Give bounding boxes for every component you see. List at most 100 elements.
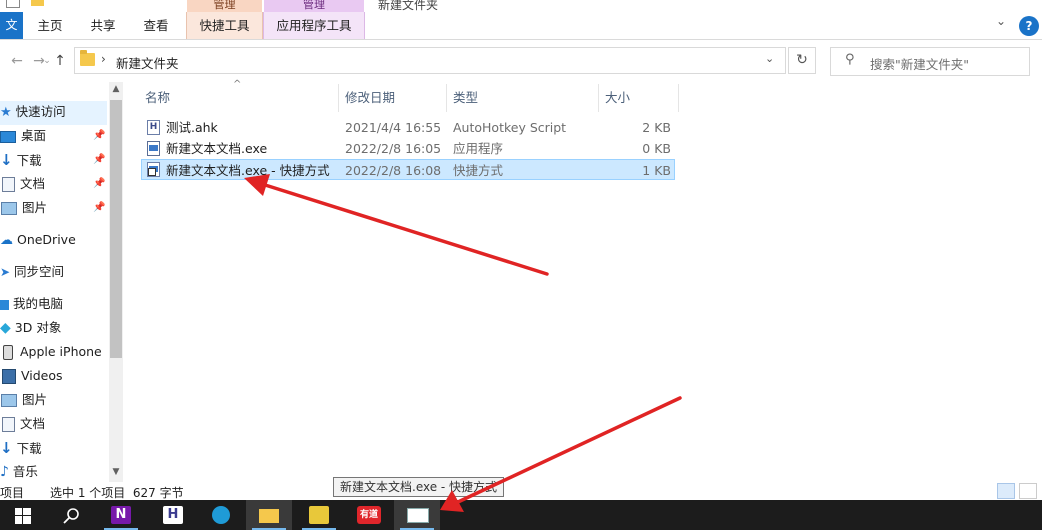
taskbar-tooltip: 新建文本文档.exe - 快捷方式 [333,477,505,497]
column-divider[interactable] [598,84,599,112]
file-type: 应用程序 [453,141,504,156]
scroll-up-icon[interactable]: ▲ [109,84,123,94]
address-dropdown-icon[interactable]: ⌄ [765,52,774,65]
pin-icon[interactable]: 📌 [93,172,105,196]
taskbar-autohotkey[interactable]: H [150,500,196,530]
edge-icon [212,506,230,524]
desktop-icon [0,130,16,143]
documents-icon [2,417,15,432]
autohotkey-icon: H [163,506,183,524]
help-button[interactable]: ? [1019,16,1039,36]
nav-item-onedrive[interactable]: ☁ OneDrive [0,228,76,252]
ahk-file-icon: H [147,120,160,135]
search-icon [63,508,79,524]
onenote-icon: N [111,506,131,524]
file-date: 2022/2/8 16:08 [345,163,442,178]
nav-item-label: 图片 [22,392,48,407]
tab-share[interactable]: 共享 [80,12,126,39]
annotation-arrow-file [244,174,549,276]
file-row[interactable]: 新建文本文档.exe 2022/2/8 16:05 应用程序 0 KB [141,138,675,159]
context-group-manage-shortcut: 管理 [187,0,262,12]
nav-item-documents-pc[interactable]: 文档 [0,412,45,436]
star-icon: ★ [0,105,12,120]
file-type: 快捷方式 [453,163,504,178]
pin-icon[interactable]: 📌 [93,148,105,172]
start-button[interactable] [0,500,46,530]
nav-item-label: 快速访问 [15,104,66,119]
nav-item-documents[interactable]: 文档 📌 [0,172,105,196]
taskbar-shortcut-app[interactable] [394,500,440,530]
column-header-type[interactable]: 类型 [453,86,593,110]
taskbar-youdao[interactable]: 有道 [346,500,392,530]
folder-icon [80,50,95,66]
details-view-button[interactable] [997,483,1015,499]
file-row[interactable]: H 测试.ahk 2021/4/4 16:55 AutoHotkey Scrip… [141,117,675,138]
taskbar-onenote[interactable]: N [98,500,144,530]
nav-item-label: Videos [21,368,63,383]
column-divider[interactable] [678,84,679,112]
cube-icon: ◆ [0,320,11,336]
tab-home[interactable]: 主页 [27,12,73,39]
tab-shortcut-tools[interactable]: 快捷工具 [186,12,263,39]
tab-view[interactable]: 查看 [133,12,179,39]
nav-item-pictures[interactable]: 图片 📌 [0,196,105,220]
file-row-selected[interactable]: 新建文本文档.exe - 快捷方式 2022/2/8 16:08 快捷方式 1 … [141,159,675,180]
documents-icon [2,177,15,192]
taskbar-edge[interactable] [198,500,244,530]
computer-icon [0,299,9,310]
breadcrumb-current[interactable]: 新建文件夹 [116,53,179,72]
refresh-button[interactable]: ↻ [788,47,816,74]
nav-item-3d-objects[interactable]: ◆ 3D 对象 [0,316,61,340]
column-divider[interactable] [446,84,447,112]
column-header-size[interactable]: 大小 [605,86,675,110]
pin-icon[interactable]: 📌 [93,196,105,220]
pictures-icon [1,202,17,215]
file-size: 1 KB [642,163,671,178]
nav-scrollbar-thumb[interactable] [110,100,122,358]
nav-item-label: 文档 [20,176,46,191]
nav-item-music[interactable]: ♪ 音乐 [0,460,38,484]
column-header-date[interactable]: 修改日期 [345,86,440,110]
ribbon-expand-icon[interactable]: ⌄ [996,14,1006,28]
nav-item-sync-space[interactable]: ➤ 同步空间 [0,260,64,284]
column-header-name[interactable]: 名称 [145,86,335,110]
address-bar[interactable] [74,47,786,74]
breadcrumb-chevron-icon[interactable]: › [101,52,106,66]
nav-item-desktop[interactable]: 桌面 📌 [0,124,105,148]
search-icon: ⚲ [845,52,855,67]
nav-item-quick-access[interactable]: ★ 快速访问 [0,100,66,124]
scroll-down-icon[interactable]: ▼ [109,467,123,477]
file-date: 2022/2/8 16:05 [345,141,442,156]
tab-app-tools[interactable]: 应用程序工具 [263,12,365,39]
file-name: 新建文本文档.exe - 快捷方式 [166,163,330,178]
sync-icon: ➤ [0,265,11,279]
nav-item-label: Apple iPhone [20,344,102,359]
nav-item-pictures-pc[interactable]: 图片 [0,388,47,412]
cloud-icon: ☁ [0,233,13,248]
context-group-manage-app: 管理 [264,0,364,12]
large-icons-view-button[interactable] [1019,483,1037,499]
file-size: 2 KB [642,120,671,135]
back-arrow-icon[interactable]: ← [8,50,26,72]
quick-access-folder-icon[interactable] [31,0,44,6]
quick-access-check-icon[interactable] [6,0,20,8]
youdao-icon: 有道 [357,506,381,524]
taskbar-search-button[interactable] [48,500,94,530]
file-explorer-icon [259,509,279,523]
nav-item-this-pc[interactable]: 我的电脑 [0,292,63,316]
nav-item-downloads[interactable]: ↓ 下载 📌 [0,148,105,172]
taskbar-file-explorer[interactable] [246,500,292,530]
pin-icon[interactable]: 📌 [93,124,105,148]
file-name: 测试.ahk [166,120,218,135]
nav-item-downloads-pc[interactable]: ↓ 下载 [0,436,42,460]
nav-item-apple-iphone[interactable]: Apple iPhone [0,340,102,364]
nav-item-videos[interactable]: Videos [0,364,63,388]
tab-file[interactable]: 文件 [0,12,23,59]
nav-item-label: 同步空间 [14,264,65,279]
nav-item-label: 我的电脑 [13,296,64,311]
file-name: 新建文本文档.exe [166,141,268,156]
taskbar-app-yellow[interactable] [296,500,342,530]
column-divider[interactable] [338,84,339,112]
up-arrow-icon[interactable]: ↑ [51,50,69,72]
file-date: 2021/4/4 16:55 [345,120,442,135]
